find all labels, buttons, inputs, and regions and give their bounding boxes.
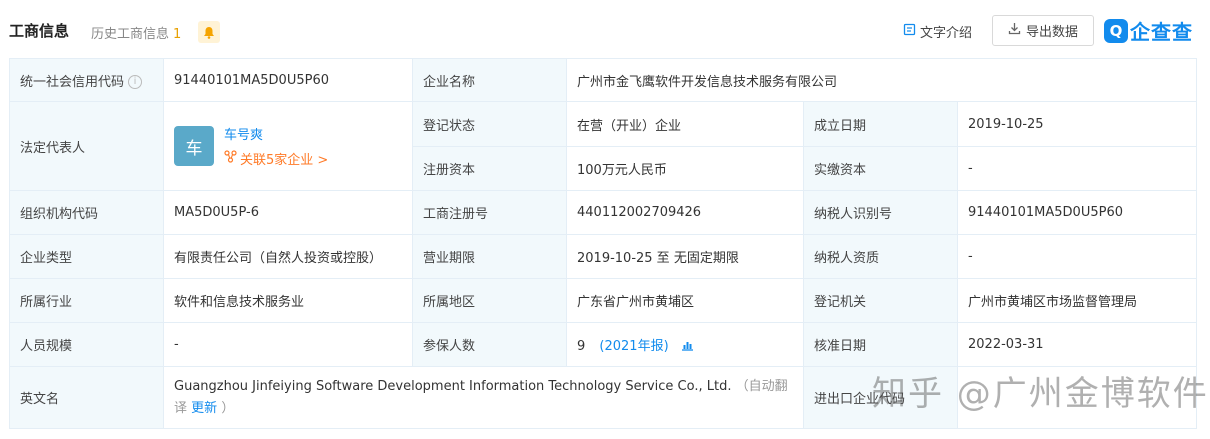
- table-row: 统一社会信用代码 i 91440101MA5D0U5P60 企业名称 广州市金飞鹰…: [9, 58, 1197, 102]
- download-icon: [1008, 22, 1021, 39]
- org-code-value: MA5D0U5P-6: [163, 190, 413, 235]
- company-type-label: 企业类型: [9, 234, 164, 279]
- table-row: 组织机构代码 MA5D0U5P-6 工商注册号 440112002709426 …: [9, 190, 1197, 235]
- company-name-label: 企业名称: [412, 58, 567, 102]
- insured-label: 参保人数: [412, 322, 567, 367]
- region-value: 广东省广州市黄埔区: [566, 278, 804, 323]
- staff-size-label: 人员规模: [9, 322, 164, 367]
- history-biz-info-link[interactable]: 历史工商信息 1: [91, 23, 181, 42]
- table-row: 人员规模 - 参保人数 9 (2021年报) 核准日期 2022-03-31: [9, 322, 1197, 367]
- table-row: 所属行业 软件和信息技术服务业 所属地区 广东省广州市黄埔区 登记机关 广州市黄…: [9, 278, 1197, 323]
- avatar[interactable]: 车: [174, 126, 214, 166]
- auto-translate-close: ）: [221, 400, 235, 416]
- table-row: 法定代表人 车 车号爽 关联5家企业 > 登记状态 在营（开业）企业 成立日期 …: [9, 101, 1197, 191]
- annual-report-link[interactable]: (2021年报): [599, 339, 668, 354]
- network-icon: [224, 150, 237, 167]
- related-companies-link[interactable]: 关联5家企业 >: [224, 149, 328, 168]
- reg-status-value: 在营（开业）企业: [566, 101, 804, 147]
- chart-icon[interactable]: [681, 338, 694, 355]
- region-label: 所属地区: [412, 278, 567, 323]
- credit-code-label: 统一社会信用代码 i: [9, 58, 164, 102]
- text-intro-label: 文字介绍: [920, 26, 973, 41]
- english-name-label: 英文名: [9, 366, 164, 429]
- reg-capital-label: 注册资本: [412, 146, 567, 191]
- english-name-value: Guangzhou Jinfeiying Software Developmen…: [174, 378, 732, 394]
- taxpayer-qual-value: -: [957, 234, 1197, 279]
- biz-term-value: 2019-10-25 至 无固定期限: [566, 234, 804, 279]
- reg-status-label: 登记状态: [412, 101, 567, 147]
- related-companies-text: 关联5家企业 >: [240, 153, 329, 168]
- company-name-value: 广州市金飞鹰软件开发信息技术服务有限公司: [566, 58, 1197, 102]
- credit-code-value: 91440101MA5D0U5P60: [163, 58, 413, 102]
- taxpayer-id-value: 91440101MA5D0U5P60: [957, 190, 1197, 235]
- biz-term-label: 营业期限: [412, 234, 567, 279]
- watermark: 知乎 @广州金博软件: [872, 374, 1209, 414]
- biz-reg-no-label: 工商注册号: [412, 190, 567, 235]
- org-code-label: 组织机构代码: [9, 190, 164, 235]
- header-bar: 工商信息 历史工商信息 1 文字介绍 导出数据 Q 企查查: [0, 0, 1210, 58]
- info-icon[interactable]: i: [128, 75, 143, 89]
- credit-code-label-text: 统一社会信用代码: [20, 74, 125, 90]
- founded-value: 2019-10-25: [957, 101, 1197, 147]
- insured-value: 9: [577, 338, 586, 354]
- bell-icon[interactable]: [198, 21, 220, 43]
- approval-date-value: 2022-03-31: [957, 322, 1197, 367]
- english-name-cell: Guangzhou Jinfeiying Software Developmen…: [163, 366, 804, 429]
- reg-authority-label: 登记机关: [803, 278, 958, 323]
- reg-authority-value: 广州市黄埔区市场监督管理局: [957, 278, 1197, 323]
- taxpayer-id-label: 纳税人识别号: [803, 190, 958, 235]
- table-row: 企业类型 有限责任公司（自然人投资或控股） 营业期限 2019-10-25 至 …: [9, 234, 1197, 279]
- reg-capital-value: 100万元人民币: [566, 146, 804, 191]
- history-label: 历史工商信息: [91, 27, 170, 42]
- section-title: 工商信息: [9, 22, 70, 40]
- logo-text: 企查查: [1130, 20, 1193, 44]
- insured-cell: 9 (2021年报): [566, 322, 804, 367]
- legal-rep-name-link[interactable]: 车号爽: [224, 124, 328, 143]
- export-label: 导出数据: [1025, 25, 1078, 40]
- taxpayer-qual-label: 纳税人资质: [803, 234, 958, 279]
- paid-capital-label: 实缴资本: [803, 146, 958, 191]
- industry-label: 所属行业: [9, 278, 164, 323]
- history-count: 1: [173, 27, 182, 42]
- document-icon: [903, 23, 916, 40]
- founded-label: 成立日期: [803, 101, 958, 147]
- qichacha-logo: Q 企查查: [1104, 16, 1193, 45]
- biz-reg-no-value: 440112002709426: [566, 190, 804, 235]
- staff-size-value: -: [163, 322, 413, 367]
- approval-date-label: 核准日期: [803, 322, 958, 367]
- legal-rep-label: 法定代表人: [9, 101, 164, 191]
- export-data-button[interactable]: 导出数据: [992, 15, 1094, 46]
- update-link[interactable]: 更新: [191, 401, 217, 416]
- company-type-value: 有限责任公司（自然人投资或控股）: [163, 234, 413, 279]
- legal-rep-cell: 车 车号爽 关联5家企业 >: [163, 101, 413, 191]
- logo-mark: Q: [1104, 18, 1128, 43]
- text-intro-button[interactable]: 文字介绍: [903, 22, 972, 41]
- paid-capital-value: -: [957, 146, 1197, 191]
- industry-value: 软件和信息技术服务业: [163, 278, 413, 323]
